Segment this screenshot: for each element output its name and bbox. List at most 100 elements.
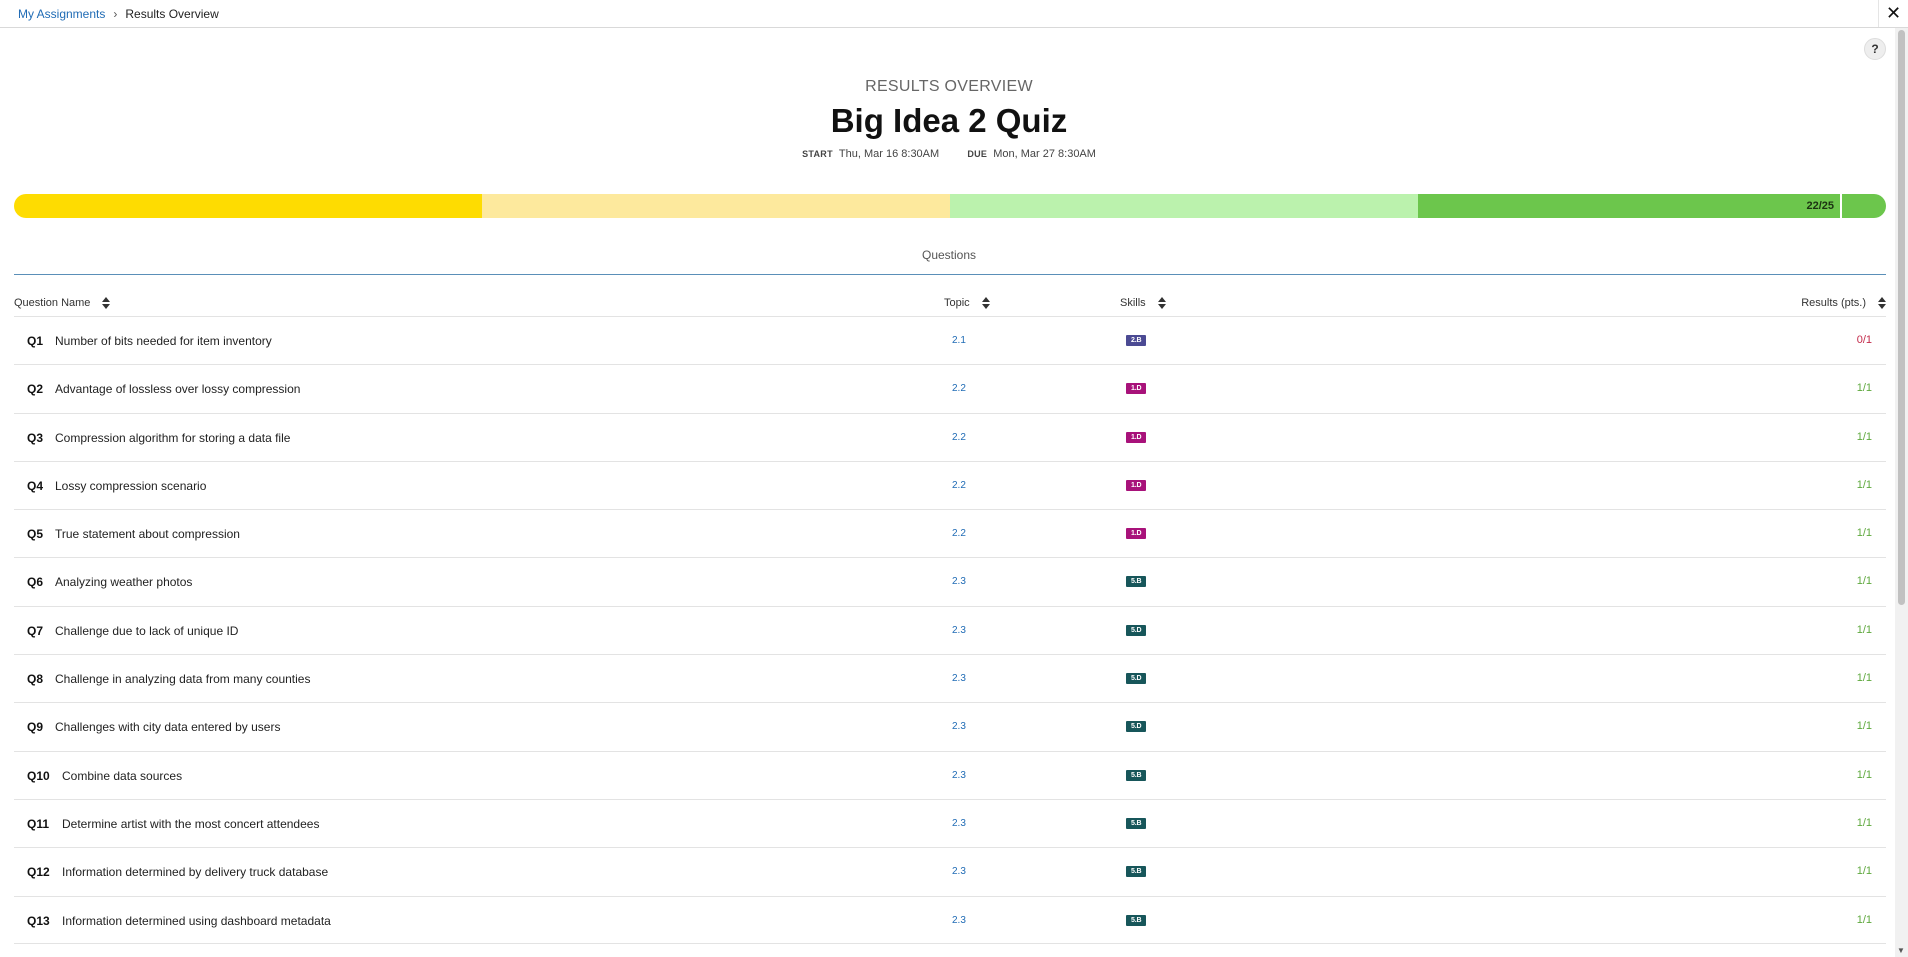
result-score: 1/1: [1856, 575, 1872, 588]
skill-badge: 5.D: [1126, 673, 1147, 685]
progress-segment-2: [482, 194, 950, 218]
help-button[interactable]: ?: [1864, 38, 1886, 60]
result-score: 1/1: [1856, 382, 1872, 395]
question-name[interactable]: Determine artist with the most concert a…: [62, 817, 319, 831]
column-topic[interactable]: Topic: [944, 297, 990, 309]
table-row[interactable]: Q1 Number of bits needed for item invento…: [14, 316, 1886, 364]
question-name[interactable]: Advantage of lossless over lossy compres…: [55, 382, 300, 396]
result-score: 1/1: [1856, 865, 1872, 878]
assignment-dates: START Thu, Mar 16 8:30AM DUE Mon, Mar 27 8…: [0, 148, 1898, 160]
question-name[interactable]: Analyzing weather photos: [55, 575, 192, 589]
skill-badge: 5.B: [1126, 817, 1147, 829]
skill-badge: 5.B: [1126, 866, 1147, 878]
result-score: 1/1: [1856, 768, 1872, 781]
result-score: 1/1: [1856, 623, 1872, 636]
question-name[interactable]: Challenge in analyzing data from many co…: [55, 672, 310, 686]
table-row[interactable]: Q10 Combine data sources 2.3 5.B 1/1: [14, 750, 1886, 799]
table-row[interactable]: Q8 Challenge in analyzing data from many …: [14, 654, 1886, 702]
skill-badge: 5.B: [1126, 576, 1147, 588]
scrollbar-thumb[interactable]: [1898, 30, 1905, 605]
topic-link[interactable]: 2.2: [952, 383, 966, 394]
topic-link[interactable]: 2.3: [952, 576, 966, 587]
table-row[interactable]: Q2 Advantage of lossless over lossy compr…: [14, 364, 1886, 412]
topic-link[interactable]: 2.3: [952, 673, 966, 684]
start-label: START: [802, 149, 833, 159]
sort-icon[interactable]: [1157, 297, 1166, 309]
topic-link[interactable]: 2.3: [952, 770, 966, 781]
column-question-name[interactable]: Question Name: [14, 297, 111, 309]
topic-link[interactable]: 2.2: [952, 432, 966, 443]
vertical-scrollbar[interactable]: ▼: [1895, 28, 1908, 957]
table-header: Question Name Topic Skills Results (pts.…: [14, 294, 1886, 316]
question-name[interactable]: Compression algorithm for storing a data…: [55, 431, 290, 445]
table-row[interactable]: Q11 Determine artist with the most concer…: [14, 798, 1886, 847]
topic-link[interactable]: 2.3: [952, 866, 966, 877]
question-name[interactable]: Information determined using dashboard m…: [62, 914, 331, 928]
table-row[interactable]: Q3 Compression algorithm for storing a da…: [14, 412, 1886, 461]
column-skills[interactable]: Skills: [1120, 297, 1166, 309]
page-title: Big Idea 2 Quiz: [830, 102, 1068, 139]
table-row[interactable]: Q9 Challenges with city data entered by u…: [14, 702, 1886, 750]
question-number: Q10: [27, 768, 50, 783]
question-number: Q3: [27, 430, 44, 445]
skill-badge: 5.B: [1126, 914, 1147, 926]
topic-link[interactable]: 2.3: [952, 915, 966, 926]
skill-badge: 1.D: [1126, 383, 1147, 395]
result-score: 1/1: [1856, 720, 1872, 733]
question-number: Q1: [27, 334, 44, 348]
chevron-right-icon: ›: [113, 6, 118, 21]
question-number: Q11: [27, 816, 50, 831]
result-score: 1/1: [1856, 816, 1872, 829]
skill-badge: 1.D: [1126, 431, 1147, 443]
top-bar: My Assignments › Results Overview: [0, 0, 1908, 28]
question-number: Q5: [27, 527, 44, 542]
progress-segment-3: [950, 194, 1418, 218]
start-date: Thu, Mar 16 8:30AM: [838, 148, 940, 160]
score-marker: 22/25: [1627, 194, 1842, 218]
page-header: RESULTS OVERVIEW Big Idea 2 Quiz START Th…: [0, 78, 1898, 160]
question-number: Q13: [27, 913, 50, 928]
skill-badge: 2.B: [1126, 335, 1147, 346]
skill-badge: 5.D: [1126, 624, 1147, 636]
question-number: Q9: [27, 720, 44, 735]
topic-link[interactable]: 2.2: [952, 480, 966, 491]
question-name[interactable]: Information determined by delivery truck…: [62, 865, 328, 879]
questions-table: Q1 Number of bits needed for item invento…: [14, 316, 1886, 944]
breadcrumb-current: Results Overview: [125, 6, 219, 21]
topic-link[interactable]: 2.3: [952, 721, 966, 732]
skill-badge: 1.D: [1126, 528, 1147, 540]
topic-link[interactable]: 2.1: [952, 335, 966, 346]
sort-icon[interactable]: [1878, 297, 1886, 309]
table-row[interactable]: Q5 True statement about compression 2.2 1.D…: [14, 509, 1886, 557]
question-name[interactable]: Combine data sources: [62, 769, 182, 783]
table-row[interactable]: Q7 Challenge due to lack of unique ID 2.3 5…: [14, 605, 1886, 654]
result-score: 0/1: [1856, 334, 1872, 346]
table-row[interactable]: Q4 Lossy compression scenario 2.2 1.D 1/1: [14, 460, 1886, 509]
question-name[interactable]: Challenges with city data entered by use…: [55, 720, 280, 734]
sort-icon[interactable]: [981, 297, 990, 309]
scroll-down-icon[interactable]: ▼: [1897, 946, 1905, 955]
score-progress-bar: [14, 194, 1886, 218]
section-title: Questions: [921, 248, 977, 262]
sort-icon[interactable]: [102, 297, 111, 309]
question-name[interactable]: Challenge due to lack of unique ID: [55, 624, 238, 638]
question-name[interactable]: Lossy compression scenario: [55, 479, 206, 493]
result-score: 1/1: [1856, 430, 1872, 443]
column-results[interactable]: Results (pts.): [1801, 297, 1886, 309]
section-divider: [14, 274, 1886, 275]
question-number: Q6: [27, 575, 44, 590]
table-row[interactable]: Q6 Analyzing weather photos 2.3 5.B 1/1: [14, 557, 1886, 605]
close-icon[interactable]: ✕: [1878, 0, 1908, 27]
breadcrumb-my-assignments[interactable]: My Assignments: [18, 7, 105, 21]
table-row[interactable]: Q12 Information determined by delivery tr…: [14, 847, 1886, 895]
topic-link[interactable]: 2.3: [952, 818, 966, 829]
result-score: 1/1: [1856, 672, 1872, 685]
question-name[interactable]: Number of bits needed for item inventory: [55, 334, 272, 348]
result-score: 1/1: [1856, 913, 1872, 926]
topic-link[interactable]: 2.3: [952, 625, 966, 636]
question-name[interactable]: True statement about compression: [55, 527, 240, 541]
topic-link[interactable]: 2.2: [952, 528, 966, 539]
question-number: Q12: [27, 865, 50, 880]
table-row[interactable]: Q13 Information determined using dashboar…: [14, 895, 1886, 944]
result-score: 1/1: [1856, 527, 1872, 540]
